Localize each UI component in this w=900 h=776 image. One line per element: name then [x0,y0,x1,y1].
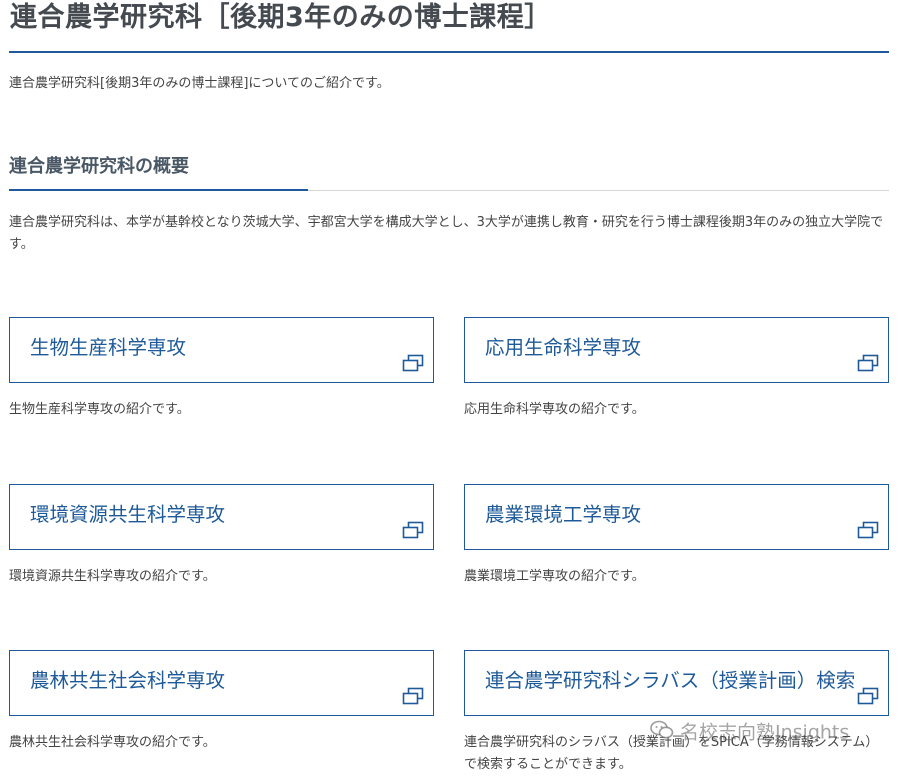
card-link-agricultural-engineering[interactable]: 農業環境工学専攻 [464,484,889,550]
section-heading: 連合農学研究科の概要 [9,156,189,177]
external-window-icon [857,687,879,705]
card-description: 生物生産科学専攻の紹介です。 [9,402,190,417]
card-description: 応用生命科学専攻の紹介です。 [464,402,645,417]
card-description: 農林共生社会科学専攻の紹介です。 [9,735,216,750]
title-divider [9,51,889,53]
card-link-applied-life-science[interactable]: 応用生命科学専攻 [464,317,889,383]
external-window-icon [402,687,424,705]
watermark-text: 名校志向塾Insights [680,721,850,744]
intro-text: 連合農学研究科[後期3年のみの博士課程]についてのご紹介です。 [9,76,390,91]
section-divider-accent [9,189,308,191]
card-label: 農業環境工学専攻 [485,503,642,526]
card-link-bioproduction[interactable]: 生物生産科学専攻 [9,317,434,383]
external-window-icon [857,521,879,539]
card-link-syllabus-search[interactable]: 連合農学研究科シラバス（授業計画）検索 [464,650,889,716]
card-label: 生物生産科学専攻 [30,336,187,359]
card-description: 環境資源共生科学専攻の紹介です。 [9,569,216,584]
card-label: 環境資源共生科学専攻 [30,503,226,526]
overview-text: 連合農学研究科は、本学が基幹校となり茨城大学、宇都宮大学を構成大学とし、3大学が… [9,215,884,252]
external-window-icon [857,354,879,372]
card-label: 連合農学研究科シラバス（授業計画）検索 [485,669,856,692]
card-description: 農業環境工学専攻の紹介です。 [464,569,645,584]
external-window-icon [402,521,424,539]
external-window-icon [402,354,424,372]
card-label: 応用生命科学専攻 [485,336,642,359]
card-link-environmental-resources[interactable]: 環境資源共生科学専攻 [9,484,434,550]
card-link-social-science[interactable]: 農林共生社会科学専攻 [9,650,434,716]
page-title: 連合農学研究科［後期3年のみの博士課程］ [10,2,552,33]
watermark: 名校志向塾Insights [650,720,849,746]
card-label: 農林共生社会科学専攻 [30,669,226,692]
wechat-icon [650,720,674,746]
